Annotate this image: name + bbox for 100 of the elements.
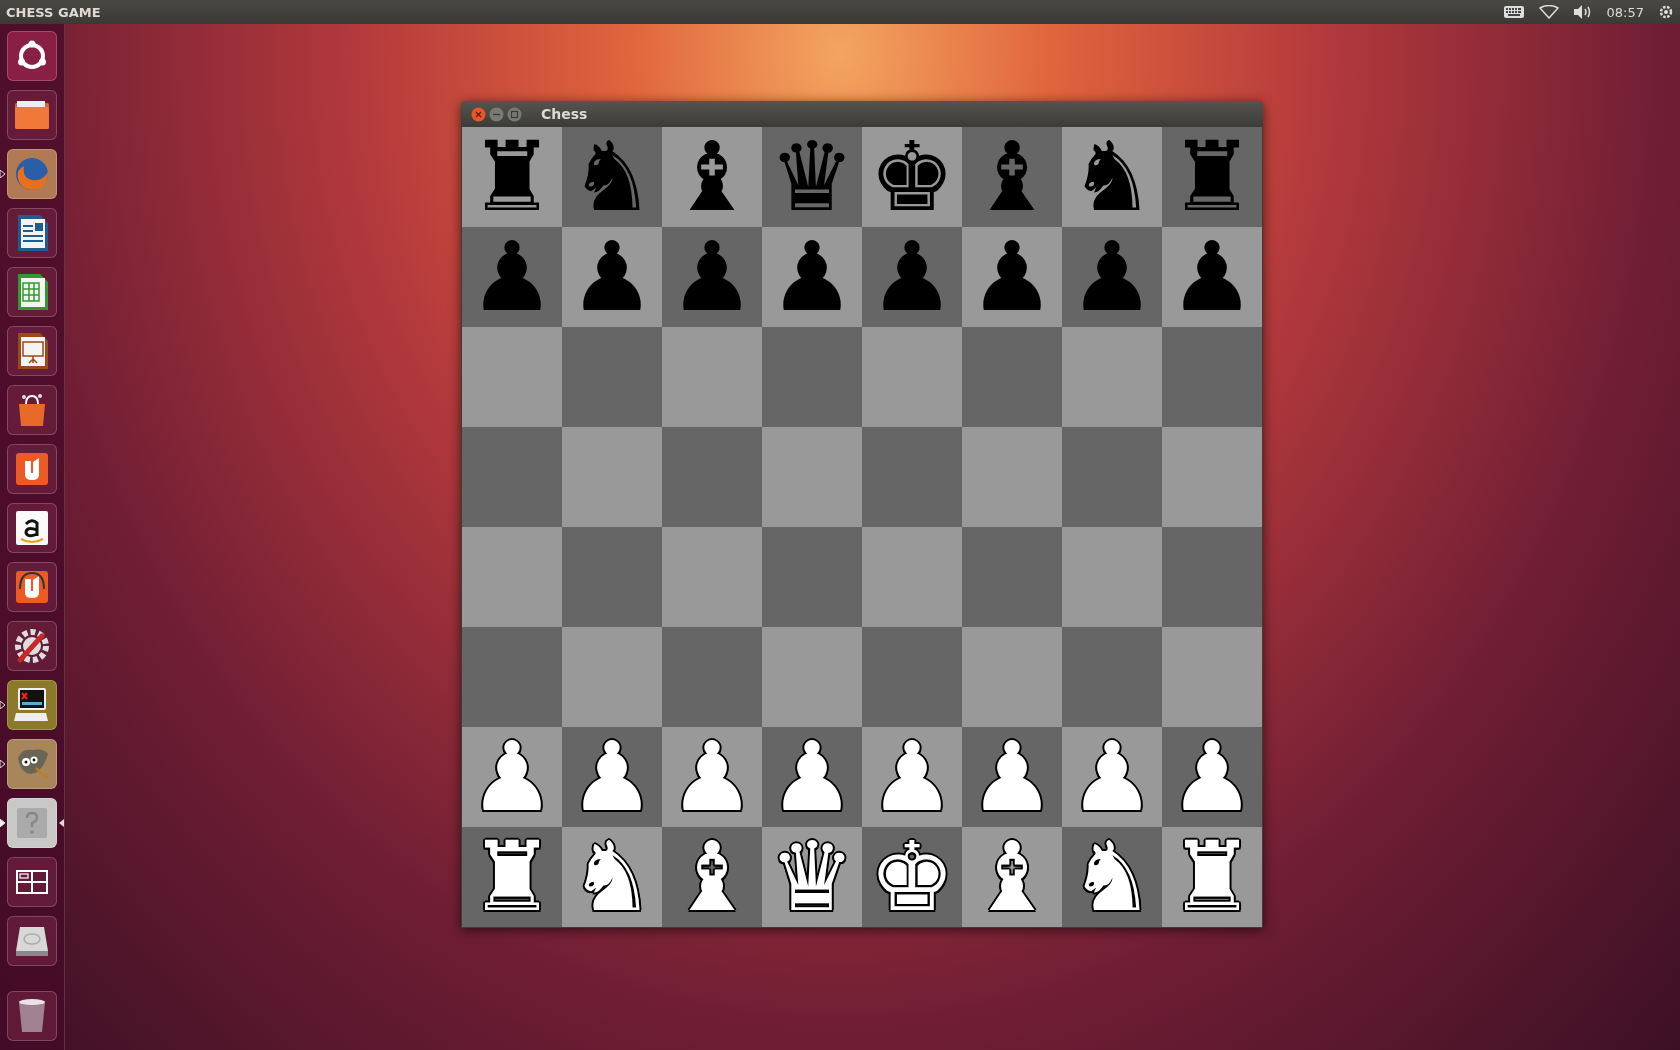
board-square[interactable]: ♟ <box>762 227 862 327</box>
board-square[interactable]: ♟ <box>862 227 962 327</box>
board-square[interactable]: ♟ <box>762 727 862 827</box>
board-square[interactable]: ♜ <box>462 827 562 927</box>
board-square[interactable] <box>662 627 762 727</box>
chess-piece[interactable]: ♟ <box>1068 229 1156 325</box>
board-square[interactable]: ♞ <box>1062 127 1162 227</box>
board-square[interactable] <box>962 627 1062 727</box>
chess-piece[interactable]: ♟ <box>968 729 1056 825</box>
maximize-button[interactable] <box>507 106 522 122</box>
help-launcher-icon[interactable] <box>7 798 57 848</box>
board-square[interactable]: ♟ <box>1162 227 1262 327</box>
impress-launcher-icon[interactable] <box>7 326 57 376</box>
keyboard-icon[interactable] <box>1502 5 1525 19</box>
terminal-launcher-icon[interactable] <box>7 680 57 730</box>
browser-launcher-icon[interactable] <box>7 149 57 199</box>
board-square[interactable] <box>1162 327 1262 427</box>
board-square[interactable] <box>662 527 762 627</box>
chess-piece[interactable]: ♜ <box>468 129 556 225</box>
chess-piece[interactable]: ♟ <box>468 229 556 325</box>
chess-piece[interactable]: ♝ <box>968 129 1056 225</box>
amazon-launcher-icon[interactable] <box>7 503 57 553</box>
chess-piece[interactable]: ♞ <box>1068 129 1156 225</box>
chess-piece[interactable]: ♜ <box>468 829 556 925</box>
board-square[interactable] <box>1062 627 1162 727</box>
wifi-icon[interactable] <box>1538 5 1559 19</box>
board-square[interactable]: ♟ <box>562 227 662 327</box>
folder-launcher-icon[interactable] <box>7 90 57 140</box>
board-square[interactable] <box>662 327 762 427</box>
calc-launcher-icon[interactable] <box>7 267 57 317</box>
chess-piece[interactable]: ♚ <box>868 829 956 925</box>
board-square[interactable]: ♛ <box>762 127 862 227</box>
board-square[interactable] <box>562 427 662 527</box>
chess-piece[interactable]: ♞ <box>568 129 656 225</box>
chess-piece[interactable]: ♟ <box>768 229 856 325</box>
board-square[interactable] <box>562 327 662 427</box>
board-square[interactable] <box>962 427 1062 527</box>
board-square[interactable] <box>562 527 662 627</box>
chess-piece[interactable]: ♟ <box>768 729 856 825</box>
board-square[interactable] <box>762 527 862 627</box>
board-square[interactable]: ♟ <box>962 227 1062 327</box>
chess-piece[interactable]: ♟ <box>1168 229 1256 325</box>
volume-icon[interactable] <box>1572 4 1593 20</box>
board-square[interactable] <box>562 627 662 727</box>
board-square[interactable] <box>1162 627 1262 727</box>
board-square[interactable] <box>962 327 1062 427</box>
chess-piece[interactable]: ♛ <box>768 129 856 225</box>
chess-piece[interactable]: ♝ <box>668 129 756 225</box>
board-square[interactable]: ♞ <box>562 127 662 227</box>
clock[interactable]: 08:57 <box>1606 4 1644 20</box>
board-square[interactable] <box>762 427 862 527</box>
board-square[interactable] <box>862 527 962 627</box>
chess-piece[interactable]: ♚ <box>868 129 956 225</box>
settings-launcher-icon[interactable] <box>7 621 57 671</box>
board-square[interactable]: ♟ <box>1162 727 1262 827</box>
board-square[interactable]: ♝ <box>662 127 762 227</box>
board-square[interactable] <box>862 327 962 427</box>
board-square[interactable] <box>762 327 862 427</box>
board-square[interactable] <box>462 327 562 427</box>
board-square[interactable] <box>662 427 762 527</box>
chess-piece[interactable]: ♜ <box>1168 129 1256 225</box>
board-square[interactable] <box>1062 427 1162 527</box>
minimize-button[interactable] <box>489 106 504 122</box>
chess-piece[interactable]: ♟ <box>968 229 1056 325</box>
board-square[interactable] <box>962 527 1062 627</box>
board-square[interactable]: ♟ <box>562 727 662 827</box>
board-square[interactable] <box>1162 427 1262 527</box>
drive-launcher-icon[interactable] <box>7 916 57 966</box>
board-square[interactable]: ♟ <box>962 727 1062 827</box>
board-square[interactable] <box>862 627 962 727</box>
power-icon[interactable] <box>1658 4 1674 20</box>
chess-piece[interactable]: ♟ <box>1168 729 1256 825</box>
board-square[interactable]: ♚ <box>862 127 962 227</box>
chess-piece[interactable]: ♞ <box>1068 829 1156 925</box>
board-square[interactable] <box>862 427 962 527</box>
chess-piece[interactable]: ♝ <box>668 829 756 925</box>
u-launcher-icon[interactable] <box>7 444 57 494</box>
writer-launcher-icon[interactable] <box>7 208 57 258</box>
bag-launcher-icon[interactable] <box>7 385 57 435</box>
board-square[interactable] <box>1062 527 1162 627</box>
board-square[interactable] <box>1162 527 1262 627</box>
board-square[interactable]: ♜ <box>462 127 562 227</box>
trash-launcher-icon[interactable] <box>7 991 57 1041</box>
board-square[interactable]: ♝ <box>662 827 762 927</box>
board-square[interactable] <box>1062 327 1162 427</box>
board-square[interactable] <box>462 527 562 627</box>
board-square[interactable] <box>462 427 562 527</box>
board-square[interactable] <box>762 627 862 727</box>
chess-piece[interactable]: ♟ <box>668 229 756 325</box>
chess-piece[interactable]: ♟ <box>568 729 656 825</box>
board-square[interactable]: ♟ <box>462 227 562 327</box>
board-square[interactable]: ♟ <box>1062 227 1162 327</box>
chess-piece[interactable]: ♟ <box>868 229 956 325</box>
board-square[interactable] <box>462 627 562 727</box>
close-button[interactable] <box>471 106 486 122</box>
board-square[interactable]: ♝ <box>962 127 1062 227</box>
music-launcher-icon[interactable] <box>7 562 57 612</box>
board-square[interactable]: ♟ <box>662 227 762 327</box>
board-square[interactable]: ♚ <box>862 827 962 927</box>
workspaces-launcher-icon[interactable] <box>7 857 57 907</box>
